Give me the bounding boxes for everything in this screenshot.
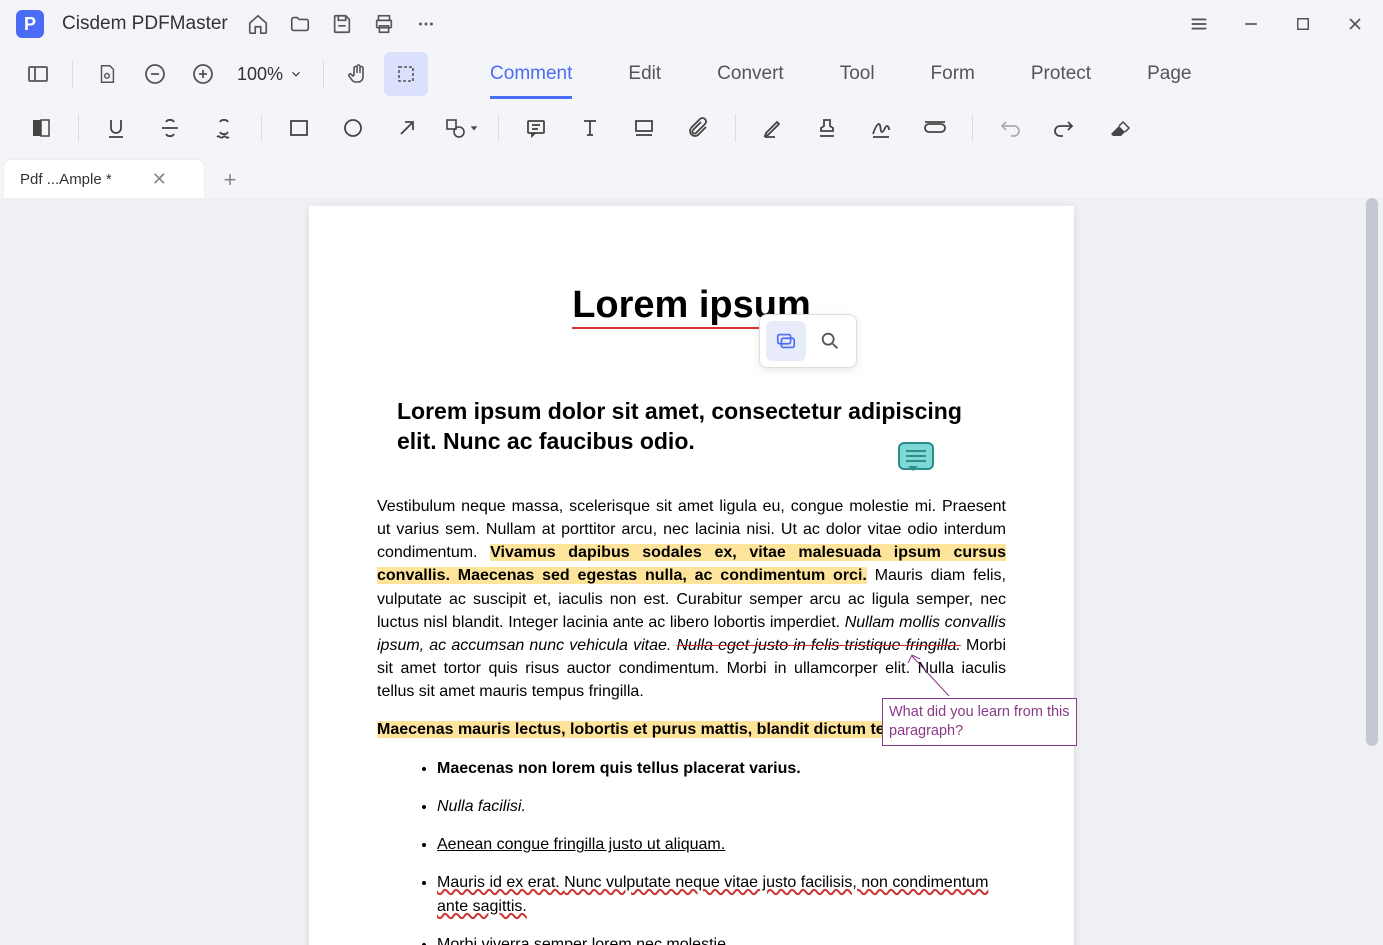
squiggly-tool-icon[interactable] bbox=[199, 106, 249, 150]
pdf-page: Lorem ipsum Lorem ipsum dolor sit amet, … bbox=[309, 206, 1074, 945]
rectangle-tool-icon[interactable] bbox=[274, 106, 324, 150]
highlighted-line: Maecenas mauris lectus, lobortis et puru… bbox=[377, 721, 917, 738]
undo-icon[interactable] bbox=[985, 106, 1035, 150]
link-tool-icon[interactable] bbox=[910, 106, 960, 150]
zoom-in-icon[interactable] bbox=[181, 52, 225, 96]
divider bbox=[72, 60, 73, 88]
arrow-tool-icon[interactable] bbox=[382, 106, 432, 150]
tab-comment[interactable]: Comment bbox=[462, 51, 600, 97]
tab-convert[interactable]: Convert bbox=[689, 51, 812, 97]
search-popup-icon[interactable] bbox=[810, 321, 850, 361]
file-tab[interactable]: Pdf ...Ample * ✕ bbox=[4, 160, 204, 198]
zoom-value: 100% bbox=[237, 64, 283, 85]
minimize-icon[interactable] bbox=[1239, 12, 1263, 36]
tab-tool[interactable]: Tool bbox=[812, 51, 903, 97]
main-tabs: Comment Edit Convert Tool Form Protect P… bbox=[462, 51, 1219, 97]
list-item: Morbi viverra semper lorem nec molestie. bbox=[437, 933, 1006, 945]
home-icon[interactable] bbox=[246, 12, 270, 36]
highlight-tool-icon[interactable] bbox=[16, 106, 66, 150]
comment-toolbar bbox=[0, 100, 1383, 156]
list-item: Maecenas non lorem quis tellus placerat … bbox=[437, 757, 1006, 781]
tab-add-button[interactable]: + bbox=[212, 162, 248, 198]
tab-protect[interactable]: Protect bbox=[1003, 51, 1119, 97]
redo-icon[interactable] bbox=[1039, 106, 1089, 150]
comment-note-icon[interactable] bbox=[898, 442, 934, 470]
callout-tool-icon[interactable] bbox=[619, 106, 669, 150]
zoom-out-icon[interactable] bbox=[133, 52, 177, 96]
tab-form[interactable]: Form bbox=[903, 51, 1003, 97]
underline-tool-icon[interactable] bbox=[91, 106, 141, 150]
pencil-tool-icon[interactable] bbox=[748, 106, 798, 150]
print-icon[interactable] bbox=[372, 12, 396, 36]
close-icon[interactable] bbox=[1343, 12, 1367, 36]
document-canvas[interactable]: Lorem ipsum Lorem ipsum dolor sit amet, … bbox=[0, 198, 1383, 945]
divider bbox=[735, 114, 736, 142]
scrollbar-thumb[interactable] bbox=[1366, 198, 1378, 746]
save-icon[interactable] bbox=[330, 12, 354, 36]
tab-page[interactable]: Page bbox=[1119, 51, 1219, 97]
selection-toolbar bbox=[759, 314, 857, 368]
annotation-arrow-icon bbox=[904, 651, 954, 701]
list-item: Nulla facilisi. bbox=[437, 795, 1006, 819]
page-settings-icon[interactable] bbox=[85, 52, 129, 96]
open-folder-icon[interactable] bbox=[288, 12, 312, 36]
hand-tool-icon[interactable] bbox=[336, 52, 380, 96]
signature-tool-icon[interactable] bbox=[856, 106, 906, 150]
divider bbox=[78, 114, 79, 142]
list-item: Mauris id ex erat. Nunc vulputate neque … bbox=[437, 871, 1006, 919]
note-tool-icon[interactable] bbox=[511, 106, 561, 150]
annotation-callout[interactable]: What did you learn from this paragraph? bbox=[882, 698, 1077, 746]
tab-close-icon[interactable]: ✕ bbox=[152, 169, 167, 190]
strikethrough-tool-icon[interactable] bbox=[145, 106, 195, 150]
text-tool-icon[interactable] bbox=[565, 106, 615, 150]
shapes-tool-icon[interactable] bbox=[436, 106, 486, 150]
title-bar: P Cisdem PDFMaster bbox=[0, 0, 1383, 48]
list-item: Aenean congue fringilla justo ut aliquam… bbox=[437, 833, 1006, 857]
sidebar-toggle-icon[interactable] bbox=[16, 52, 60, 96]
app-title: Cisdem PDFMaster bbox=[62, 13, 228, 35]
app-logo: P bbox=[16, 10, 44, 38]
stamp-tool-icon[interactable] bbox=[802, 106, 852, 150]
document-list: Maecenas non lorem quis tellus placerat … bbox=[377, 757, 1006, 945]
file-tab-strip: Pdf ...Ample * ✕ + bbox=[0, 156, 1383, 198]
zoom-level[interactable]: 100% bbox=[229, 64, 311, 85]
eraser-tool-icon[interactable] bbox=[1093, 106, 1143, 150]
comment-popup-icon[interactable] bbox=[766, 321, 806, 361]
menu-icon[interactable] bbox=[1187, 12, 1211, 36]
vertical-scrollbar[interactable] bbox=[1366, 198, 1380, 939]
attachment-tool-icon[interactable] bbox=[673, 106, 723, 150]
divider bbox=[972, 114, 973, 142]
divider bbox=[261, 114, 262, 142]
maximize-icon[interactable] bbox=[1291, 12, 1315, 36]
file-tab-label: Pdf ...Ample * bbox=[20, 171, 112, 188]
tab-edit[interactable]: Edit bbox=[600, 51, 689, 97]
circle-tool-icon[interactable] bbox=[328, 106, 378, 150]
more-icon[interactable] bbox=[414, 12, 438, 36]
chevron-down-icon bbox=[289, 67, 303, 81]
divider bbox=[498, 114, 499, 142]
select-tool-icon[interactable] bbox=[384, 52, 428, 96]
divider bbox=[323, 60, 324, 88]
main-toolbar: 100% Comment Edit Convert Tool Form Prot… bbox=[0, 48, 1383, 100]
